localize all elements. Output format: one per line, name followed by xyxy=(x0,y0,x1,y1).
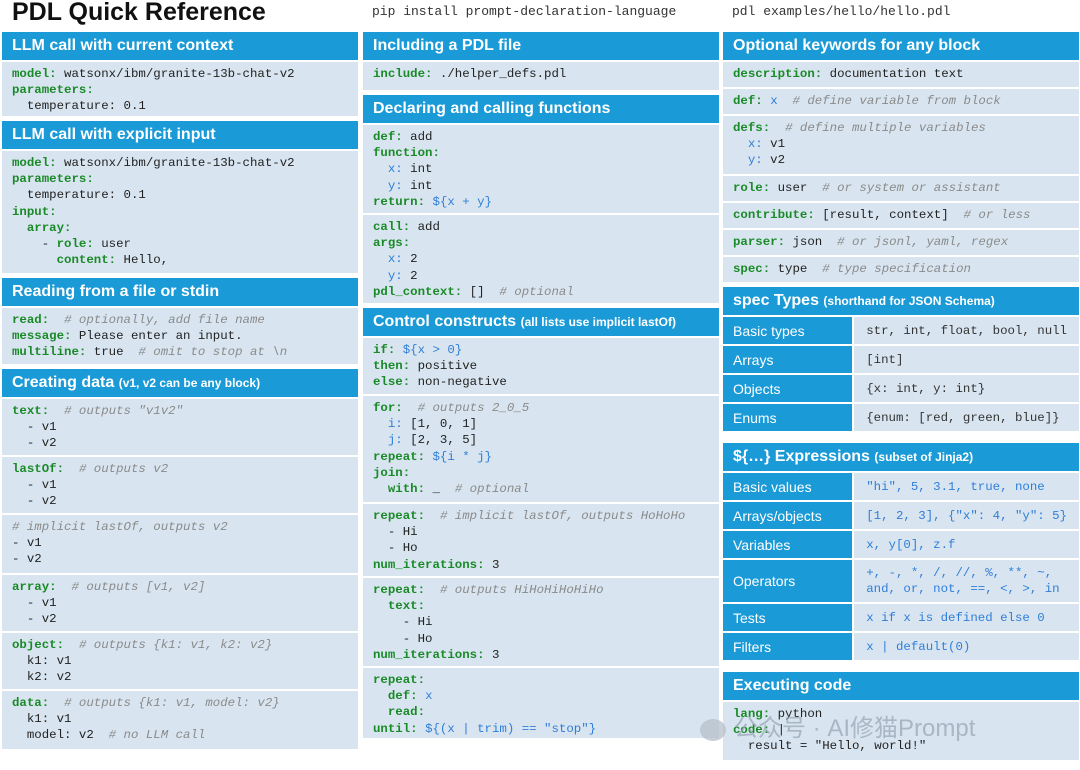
wechat-icon xyxy=(700,718,726,741)
code-block-text: text: # outputs "v1v2" - v1 - v2 xyxy=(2,397,358,455)
row-label: Operators xyxy=(723,558,855,603)
code-block-if: if: ${x > 0} then: positive else: non-nega… xyxy=(363,336,719,394)
table-row: Filters x | default(0) xyxy=(723,631,1079,660)
section-subtitle: (shorthand for JSON Schema) xyxy=(823,294,995,308)
code-block-data: data: # outputs {k1: v1, model: v2} k1: … xyxy=(2,689,358,749)
section-header-expressions: ${…} Expressions (subset of Jinja2) xyxy=(723,443,1079,471)
table-row: Tests x if x is defined else 0 xyxy=(723,602,1079,632)
code-block-role: role: user # or system or assistant xyxy=(723,174,1079,201)
section-header-executing: Executing code xyxy=(723,672,1079,700)
expressions-table: Basic values "hi", 5, 3.1, true, none Arr… xyxy=(723,471,1079,660)
table-row: Basic types str, int, float, bool, null xyxy=(723,315,1079,345)
code-block-lastof: lastOf: # outputs v2 - v1 - v2 xyxy=(2,455,358,513)
row-value: {enum: [red, green, blue]} xyxy=(853,402,1079,431)
install-command: pip install prompt-declaration-language xyxy=(372,4,677,19)
code-block-description: description: documentation text xyxy=(723,60,1079,87)
section-header-llm-context: LLM call with current context xyxy=(2,32,358,60)
row-label: Enums xyxy=(723,402,855,431)
section-header-creating: Creating data (v1, v2 can be any block) xyxy=(2,369,358,397)
row-label: Basic values xyxy=(723,471,855,501)
row-label: Arrays xyxy=(723,344,855,374)
code-block-contribute: contribute: [result, context] # or less xyxy=(723,201,1079,228)
code-block-array: array: # outputs [v1, v2] - v1 - v2 xyxy=(2,573,358,631)
row-label: Objects xyxy=(723,373,855,403)
section-title: spec Types xyxy=(733,292,819,309)
table-row: Variables x, y[0], z.f xyxy=(723,529,1079,559)
column-middle: Including a PDL file include: ./helper_d… xyxy=(363,32,719,738)
code-block-call-function: call: add args: x: 2 y: 2 pdl_context: [] … xyxy=(363,213,719,303)
watermark: 公众号 · AI修猫Prompt xyxy=(700,708,975,743)
row-value: {x: int, y: int} xyxy=(853,373,1079,403)
watermark-text: 公众号 · AI修猫Prompt xyxy=(734,715,976,742)
code-block-reading: read: # optionally, add file name message… xyxy=(2,306,358,364)
table-row: Arrays [int] xyxy=(723,344,1079,374)
row-value: x, y[0], z.f xyxy=(853,529,1079,559)
code-block-defs: defs: # define multiple variables x: v1 … xyxy=(723,114,1079,174)
row-value: x | default(0) xyxy=(853,631,1079,660)
row-label: Tests xyxy=(723,602,855,632)
section-header-reading: Reading from a file or stdin xyxy=(2,278,358,306)
code-block-include: include: ./helper_defs.pdl xyxy=(363,60,719,90)
row-value: x if x is defined else 0 xyxy=(853,602,1079,632)
section-header-optional: Optional keywords for any block xyxy=(723,32,1079,60)
code-block-for: for: # outputs 2_0_5 i: [1, 0, 1] j: [2,… xyxy=(363,394,719,502)
section-subtitle: (subset of Jinja2) xyxy=(874,450,974,464)
section-header-spec-types: spec Types (shorthand for JSON Schema) xyxy=(723,287,1079,315)
row-label: Basic types xyxy=(723,315,855,345)
row-label: Arrays/objects xyxy=(723,500,855,530)
page-title: PDL Quick Reference xyxy=(12,0,266,26)
section-subtitle: (v1, v2 can be any block) xyxy=(118,376,261,390)
code-block-repeat-text: repeat: # outputs HiHoHiHoHiHo text: - H… xyxy=(363,576,719,666)
example-command: pdl examples/hello/hello.pdl xyxy=(732,4,951,19)
row-value: +, -, *, /, //, %, **, ~, and, or, not, … xyxy=(853,558,1079,603)
table-row: Basic values "hi", 5, 3.1, true, none xyxy=(723,471,1079,501)
code-block-def: def: x # define variable from block xyxy=(723,87,1079,114)
section-header-functions: Declaring and calling functions xyxy=(363,95,719,123)
table-row: Objects {x: int, y: int} xyxy=(723,373,1079,403)
code-block-def-function: def: add function: x: int y: int return: $… xyxy=(363,123,719,213)
row-value: [int] xyxy=(853,344,1079,374)
section-title: ${…} Expressions xyxy=(733,448,870,465)
row-value: "hi", 5, 3.1, true, none xyxy=(853,471,1079,501)
section-header-llm-input: LLM call with explicit input xyxy=(2,121,358,149)
table-row: Arrays/objects [1, 2, 3], {"x": 4, "y": 5… xyxy=(723,500,1079,530)
row-value: str, int, float, bool, null xyxy=(853,315,1079,345)
table-row: Enums {enum: [red, green, blue]} xyxy=(723,402,1079,431)
column-left: LLM call with current context model: wat… xyxy=(2,32,358,749)
section-subtitle: (all lists use implicit lastOf) xyxy=(520,315,676,329)
code-block-llm-input: model: watsonx/ibm/granite-13b-chat-v2 pa… xyxy=(2,149,358,273)
column-right: Optional keywords for any block descript… xyxy=(723,32,1079,760)
section-title: Control constructs xyxy=(373,313,517,330)
table-row: Operators +, -, *, /, //, %, **, ~, and, … xyxy=(723,558,1079,603)
section-header-include: Including a PDL file xyxy=(363,32,719,60)
code-block-parser: parser: json # or jsonl, yaml, regex xyxy=(723,228,1079,255)
section-title: Creating data xyxy=(12,374,115,391)
top-bar: PDL Quick Reference pip install prompt-d… xyxy=(0,0,1080,32)
row-label: Filters xyxy=(723,631,855,660)
code-block-llm-context: model: watsonx/ibm/granite-13b-chat-v2 pa… xyxy=(2,60,358,116)
code-block-object: object: # outputs {k1: v1, k2: v2} k1: v… xyxy=(2,631,358,689)
row-value: [1, 2, 3], {"x": 4, "y": 5} xyxy=(853,500,1079,530)
code-block-implicit-lastof: # implicit lastOf, outputs v2- v1- v2 xyxy=(2,513,358,573)
row-label: Variables xyxy=(723,529,855,559)
section-header-control: Control constructs (all lists use implic… xyxy=(363,308,719,336)
code-block-spec: spec: type # type specification xyxy=(723,255,1079,282)
code-block-repeat-implicit: repeat: # implicit lastOf, outputs HoHoH… xyxy=(363,502,719,576)
code-block-repeat-until: repeat: def: x read: until: ${(x | trim) … xyxy=(363,666,719,738)
spec-types-table: Basic types str, int, float, bool, null A… xyxy=(723,315,1079,431)
